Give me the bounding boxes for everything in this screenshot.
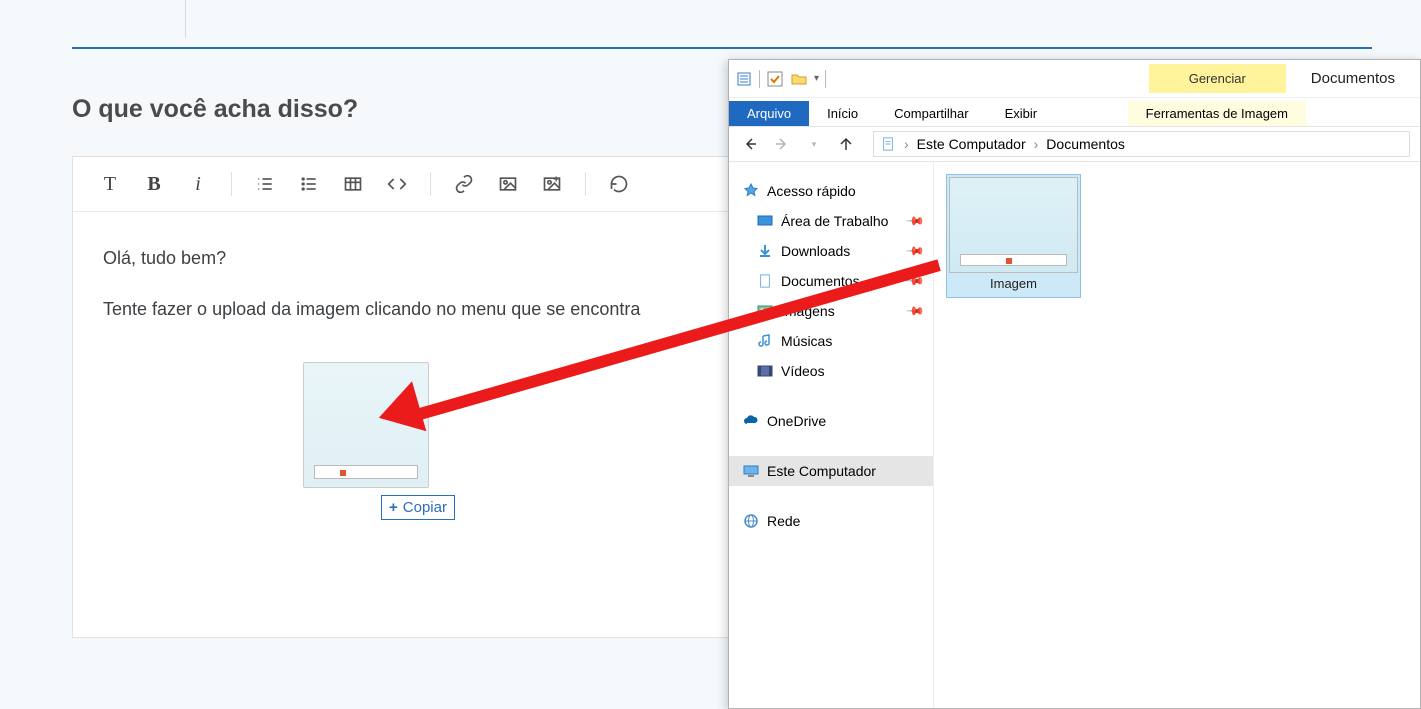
up-button[interactable] (835, 133, 857, 155)
nav-label: OneDrive (767, 413, 826, 429)
italic-button[interactable]: i (179, 165, 217, 203)
breadcrumb[interactable]: › Este Computador › Documentos (873, 131, 1410, 157)
nav-onedrive[interactable]: OneDrive (729, 406, 933, 436)
drag-copy-indicator: + Copiar (381, 495, 455, 520)
breadcrumb-separator: › (904, 136, 909, 152)
quick-access-toolbar: ▾ (729, 70, 832, 88)
tab-view[interactable]: Exibir (987, 101, 1056, 126)
nav-quick-access[interactable]: Acesso rápido (729, 176, 933, 206)
computer-icon (743, 463, 759, 479)
video-icon (757, 363, 773, 379)
breadcrumb-current[interactable]: Documentos (1046, 136, 1125, 152)
header-divider (185, 0, 186, 38)
nav-label: Rede (767, 513, 800, 529)
folder-icon[interactable] (790, 70, 808, 88)
toolbar-separator (430, 172, 431, 196)
tab-image-tools[interactable]: Ferramentas de Imagem (1128, 101, 1306, 126)
cloud-icon (743, 413, 759, 429)
plus-icon: + (389, 499, 398, 516)
back-button[interactable] (739, 133, 761, 155)
properties-icon[interactable] (735, 70, 753, 88)
file-list-pane[interactable]: Imagem (934, 162, 1420, 708)
qat-dropdown-icon[interactable]: ▾ (814, 73, 819, 84)
tab-share[interactable]: Compartilhar (876, 101, 986, 126)
page-title: O que você acha disso? (72, 95, 358, 124)
file-name-label: Imagem (949, 276, 1078, 291)
nav-network[interactable]: Rede (729, 506, 933, 536)
nav-label: Área de Trabalho (781, 213, 888, 229)
tab-home[interactable]: Início (809, 101, 876, 126)
forward-button[interactable] (771, 133, 793, 155)
document-icon (757, 273, 773, 289)
horizontal-rule (72, 47, 1372, 49)
nav-desktop[interactable]: Área de Trabalho 📌 (729, 206, 933, 236)
undo-button[interactable] (600, 165, 638, 203)
context-tab-group-label: Gerenciar (1189, 71, 1246, 86)
check-icon[interactable] (766, 70, 784, 88)
unordered-list-button[interactable] (290, 165, 328, 203)
nav-label: Downloads (781, 243, 850, 259)
image-button[interactable] (489, 165, 527, 203)
nav-label: Músicas (781, 333, 832, 349)
code-button[interactable] (378, 165, 416, 203)
nav-label: Acesso rápido (767, 183, 856, 199)
context-tab-group: Gerenciar (1149, 64, 1286, 93)
file-explorer-window: ▾ Gerenciar Documentos Arquivo Início Co… (728, 59, 1421, 709)
bold-button[interactable]: B (135, 165, 173, 203)
window-titlebar: ▾ Gerenciar Documentos (729, 60, 1420, 98)
nav-videos[interactable]: Vídeos (729, 356, 933, 386)
file-item-image[interactable]: Imagem (946, 174, 1081, 298)
file-thumbnail (949, 177, 1078, 273)
navigation-pane: Acesso rápido Área de Trabalho 📌 Downloa… (729, 162, 934, 708)
history-dropdown-icon[interactable]: ▾ (803, 133, 825, 155)
pin-icon: 📌 (905, 241, 925, 261)
network-icon (743, 513, 759, 529)
window-title: Documentos (1286, 70, 1420, 87)
ribbon-tabs: Arquivo Início Compartilhar Exibir Ferra… (729, 98, 1420, 126)
ordered-list-button[interactable] (246, 165, 284, 203)
star-icon (743, 183, 759, 199)
breadcrumb-separator: › (1034, 136, 1039, 152)
toolbar-separator (231, 172, 232, 196)
upload-image-button[interactable] (533, 165, 571, 203)
breadcrumb-root[interactable]: Este Computador (917, 136, 1026, 152)
tab-file[interactable]: Arquivo (729, 101, 809, 126)
download-icon (757, 243, 773, 259)
music-icon (757, 333, 773, 349)
table-button[interactable] (334, 165, 372, 203)
desktop-icon (757, 213, 773, 229)
navigation-bar: ▾ › Este Computador › Documentos (729, 126, 1420, 162)
link-button[interactable] (445, 165, 483, 203)
nav-label: Este Computador (767, 463, 876, 479)
document-icon (880, 136, 896, 152)
toolbar-separator (585, 172, 586, 196)
text-style-button[interactable]: T (91, 165, 129, 203)
copy-label: Copiar (403, 499, 447, 516)
nav-downloads[interactable]: Downloads 📌 (729, 236, 933, 266)
nav-this-pc[interactable]: Este Computador (729, 456, 933, 486)
nav-label: Vídeos (781, 363, 825, 379)
nav-music[interactable]: Músicas (729, 326, 933, 356)
pin-icon: 📌 (905, 301, 925, 321)
pin-icon: 📌 (905, 211, 925, 231)
